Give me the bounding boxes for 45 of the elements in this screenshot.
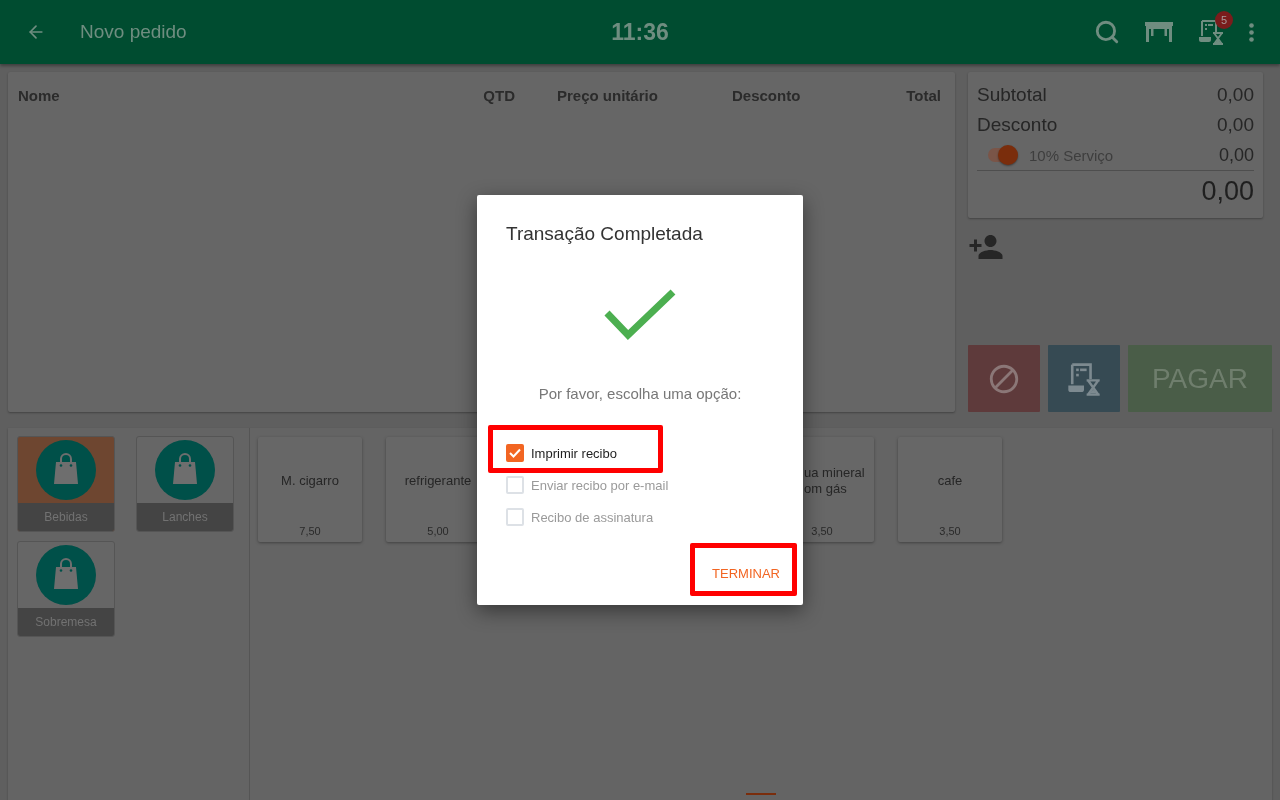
success-check-icon [604,288,676,342]
shopping-bag-icon [36,545,96,605]
more-vertical-icon [1248,22,1254,42]
column-header: QTD [482,86,515,104]
table-icon [1145,22,1173,42]
product-name: refrigerante [404,473,472,489]
total-label: Subtotal [977,84,1047,106]
receipt-hourglass-icon [1067,361,1101,396]
option-label: Imprimir recibo [531,445,617,461]
shopping-bag-icon [155,440,215,500]
product-name: ua mineral om gás [804,465,865,497]
product-name: M. cigarro [281,473,339,489]
product-price: 7,50 [299,525,321,537]
product-price: 3,50 [939,525,961,537]
pending-receipt-button[interactable] [1048,345,1120,412]
dialog-prompt: Por favor, escolha uma opção: [537,384,743,404]
column-header: Total [905,86,941,104]
dialog-title: Transação Completada [505,222,704,246]
product-tile[interactable]: M. cigarro 7,50 [258,437,362,542]
total-label: Desconto [977,114,1058,136]
add-customer-button[interactable] [968,232,1004,262]
search-icon [1094,19,1120,45]
column-header: Desconto [731,86,802,104]
checkbox[interactable] [506,444,524,462]
product-tile[interactable]: cafe 3,50 [898,437,1002,542]
product-name: cafe [937,473,963,489]
clock-time: 11:36 [611,18,669,46]
grand-total: 0,00 [1201,175,1254,207]
option-label: Recibo de assinatura [531,509,654,525]
cancel-order-button[interactable] [968,345,1040,412]
screen-title: Novo pedido [80,21,187,43]
column-header: Preço unitário [556,86,659,104]
option-label: Enviar recibo por e-mail [531,477,669,493]
service-toggle[interactable] [986,144,1020,166]
service-value: 0,00 [1218,144,1254,166]
pending-orders-button[interactable]: 5 [1186,8,1236,56]
product-price: 5,00 [427,525,449,537]
product-price: 3,50 [811,525,833,537]
finish-button[interactable]: TERMINAR [702,555,790,591]
total-value: 0,00 [1217,114,1254,136]
column-header: Nome [18,86,61,104]
total-value: 0,00 [1217,84,1254,106]
notification-badge: 5 [1215,11,1233,29]
page-indicator [746,793,776,795]
shopping-bag-icon [36,440,96,500]
